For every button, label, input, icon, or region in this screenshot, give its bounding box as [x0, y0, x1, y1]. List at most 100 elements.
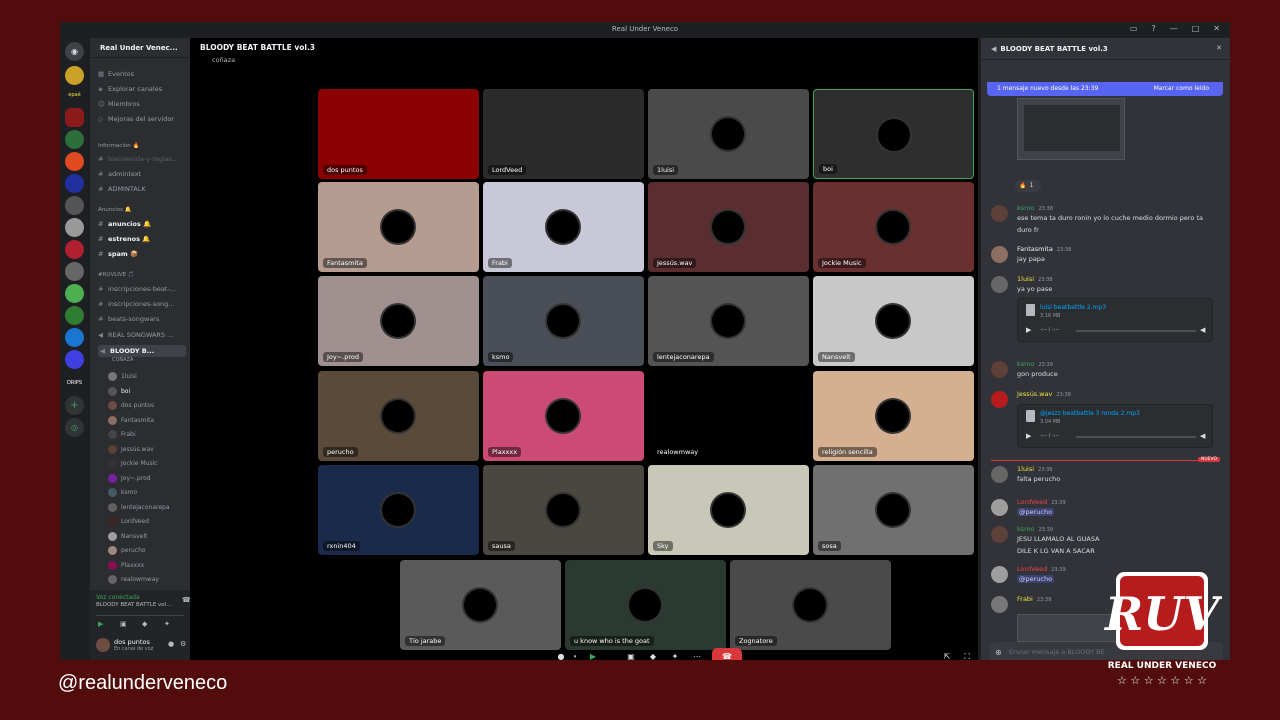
play-icon[interactable]: ▶	[1026, 326, 1031, 334]
server-icon[interactable]	[65, 174, 84, 193]
avatar[interactable]	[991, 246, 1008, 263]
voice-user[interactable]: Jessús.wav	[108, 443, 186, 458]
participant-tile[interactable]: Tío jarabe	[400, 560, 561, 650]
avatar[interactable]	[991, 276, 1008, 293]
server-icon[interactable]: DRIPS	[65, 374, 84, 393]
category-ruvlive[interactable]: #RUVLIVE 🎵	[98, 269, 186, 281]
message-author[interactable]: 1luisi	[1017, 275, 1034, 283]
nav-boosts[interactable]: ◇ Mejoras del servidor	[98, 113, 186, 125]
mark-read-button[interactable]: Marcar como leído	[1154, 82, 1209, 96]
channel-item[interactable]: # spam 📦	[98, 248, 186, 260]
voice-user[interactable]: 1luisi	[108, 370, 186, 385]
voice-user[interactable]: perucho	[108, 544, 186, 559]
screen-share-icon[interactable]: ▣	[120, 620, 127, 628]
server-icon[interactable]	[65, 66, 84, 85]
avatar[interactable]	[991, 205, 1008, 222]
help-icon[interactable]: ?	[1151, 24, 1155, 33]
audio-attachment[interactable]: @jeszz beatbattle 3 ronda 2.mp3 3.04 MB ▶ -…	[1017, 404, 1213, 448]
chat-message[interactable]: LordVeed 23:39 @perucho	[991, 498, 1224, 528]
voice-user[interactable]: dos puntos	[108, 399, 186, 414]
channel-item[interactable]: # anuncios 🔔	[98, 218, 186, 230]
participant-tile[interactable]: sausa	[483, 464, 644, 555]
participant-tile[interactable]: boi	[813, 89, 974, 179]
category-info[interactable]: Información 🔥	[98, 140, 186, 152]
chat-message[interactable]: ksmo 23:39 JESU LLAMALO AL GUASA DILE K LG …	[991, 525, 1224, 555]
avatar[interactable]	[991, 361, 1008, 378]
channel-item[interactable]: # admintext	[98, 168, 186, 180]
participant-tile[interactable]: LordVeed	[483, 89, 644, 179]
voice-user[interactable]: Jockie Music	[108, 457, 186, 472]
participant-tile[interactable]: Sky	[648, 464, 809, 555]
nav-explore[interactable]: ◈ Explorar canales	[98, 83, 186, 95]
volume-icon[interactable]: ◀	[1200, 326, 1205, 334]
mic-icon[interactable]: ●	[168, 640, 174, 648]
reaction-button[interactable]: 🔥 1	[1015, 180, 1041, 192]
message-author[interactable]: ksmo	[1017, 204, 1034, 212]
voice-user[interactable]: ksmo	[108, 486, 186, 501]
server-icon-active[interactable]	[65, 108, 84, 127]
voice-user[interactable]: Joy~.prod	[108, 472, 186, 487]
participant-tile[interactable]: ksmo	[483, 276, 644, 367]
server-icon[interactable]	[65, 350, 84, 369]
participant-tile[interactable]: Jessús.wav	[648, 182, 809, 273]
soundboard-icon[interactable]: ✦	[164, 620, 170, 628]
fullscreen-icon[interactable]: ⛶	[960, 650, 974, 660]
server-icon[interactable]	[65, 196, 84, 215]
voice-user[interactable]: Plaxxxx	[108, 559, 186, 574]
message-author[interactable]: ksmo	[1017, 525, 1034, 533]
channel-item[interactable]: # inscripciones-beat-...	[98, 283, 186, 295]
screenshot-embed[interactable]	[1017, 98, 1125, 160]
discord-home-icon[interactable]: ◉	[65, 42, 84, 61]
participant-tile[interactable]: Plaxxxx	[483, 370, 644, 461]
voice-user[interactable]: Fantasmita	[108, 414, 186, 429]
voice-user[interactable]: boi	[108, 385, 186, 400]
chevron-down-icon[interactable]: ▾	[568, 650, 582, 660]
server-name[interactable]: Real Under Venec...	[90, 38, 190, 58]
close-window-icon[interactable]: ✕	[1213, 24, 1220, 33]
chat-message[interactable]: ksmo 23:39 gon produce	[991, 360, 1224, 390]
inbox-icon[interactable]: ▭	[1130, 24, 1138, 33]
message-author[interactable]: Fantasmita	[1017, 245, 1053, 253]
category-anuncios[interactable]: Anuncios 🔔	[98, 204, 186, 216]
avatar[interactable]	[991, 499, 1008, 516]
nav-events[interactable]: ▦ Eventos	[98, 68, 186, 80]
server-icon[interactable]	[65, 130, 84, 149]
chat-message[interactable]: ksmo 23:38 ese tema ta duro ronin yo lo cu…	[991, 204, 1224, 234]
voice-user[interactable]: realowmway	[108, 573, 186, 588]
channel-item[interactable]: # bienvenida-y-reglas...	[98, 153, 186, 165]
volume-icon[interactable]: ◀	[1200, 432, 1205, 440]
message-author[interactable]: ksmo	[1017, 360, 1034, 368]
message-author[interactable]: LordVeed	[1017, 498, 1047, 506]
message-author[interactable]: 1luisi	[1017, 465, 1034, 473]
message-author[interactable]: Jessús.wav	[1017, 390, 1052, 398]
avatar[interactable]	[991, 596, 1008, 613]
server-icon[interactable]: epaé	[65, 86, 84, 105]
participant-tile[interactable]: religión sencilla	[813, 370, 974, 461]
close-chat-icon[interactable]: ✕	[1216, 44, 1222, 52]
activity-button[interactable]: ◆	[646, 650, 660, 660]
server-icon[interactable]	[65, 240, 84, 259]
audio-attachment[interactable]: luisi beatbattle 2.mp3 3.16 MB ▶ -:-- / -:-…	[1017, 298, 1213, 342]
channel-item[interactable]: # inscripciones-song...	[98, 298, 186, 310]
channel-item[interactable]: # ADMINTALK	[98, 183, 186, 195]
voice-user[interactable]: Frabi	[108, 428, 186, 443]
voice-channel-item[interactable]: ◀ REAL SONGWARS ...	[98, 329, 186, 341]
participant-tile[interactable]: rxnin404	[318, 464, 479, 555]
voice-user[interactable]: lentejaconarepa	[108, 501, 186, 516]
maximize-icon[interactable]: □	[1192, 24, 1200, 33]
more-options-button[interactable]: ⋯	[690, 650, 704, 660]
server-icon[interactable]	[65, 306, 84, 325]
avatar[interactable]	[991, 566, 1008, 583]
leave-call-button[interactable]: ☎	[712, 648, 742, 660]
popout-icon[interactable]: ⇱	[940, 650, 954, 660]
participant-tile[interactable]: Nansvelt	[813, 276, 974, 367]
participant-tile[interactable]: sosa	[813, 464, 974, 555]
attachment-filename[interactable]: @jeszz beatbattle 3 ronda 2.mp3	[1040, 410, 1140, 417]
minimize-icon[interactable]: —	[1170, 24, 1178, 33]
voice-user[interactable]: Nansvelt	[108, 530, 186, 545]
message-author[interactable]: Frabi	[1017, 595, 1033, 603]
attachment-filename[interactable]: luisi beatbattle 2.mp3	[1040, 304, 1106, 311]
settings-icon[interactable]: ⚙	[180, 640, 186, 648]
server-icon[interactable]	[65, 328, 84, 347]
avatar[interactable]	[991, 391, 1008, 408]
